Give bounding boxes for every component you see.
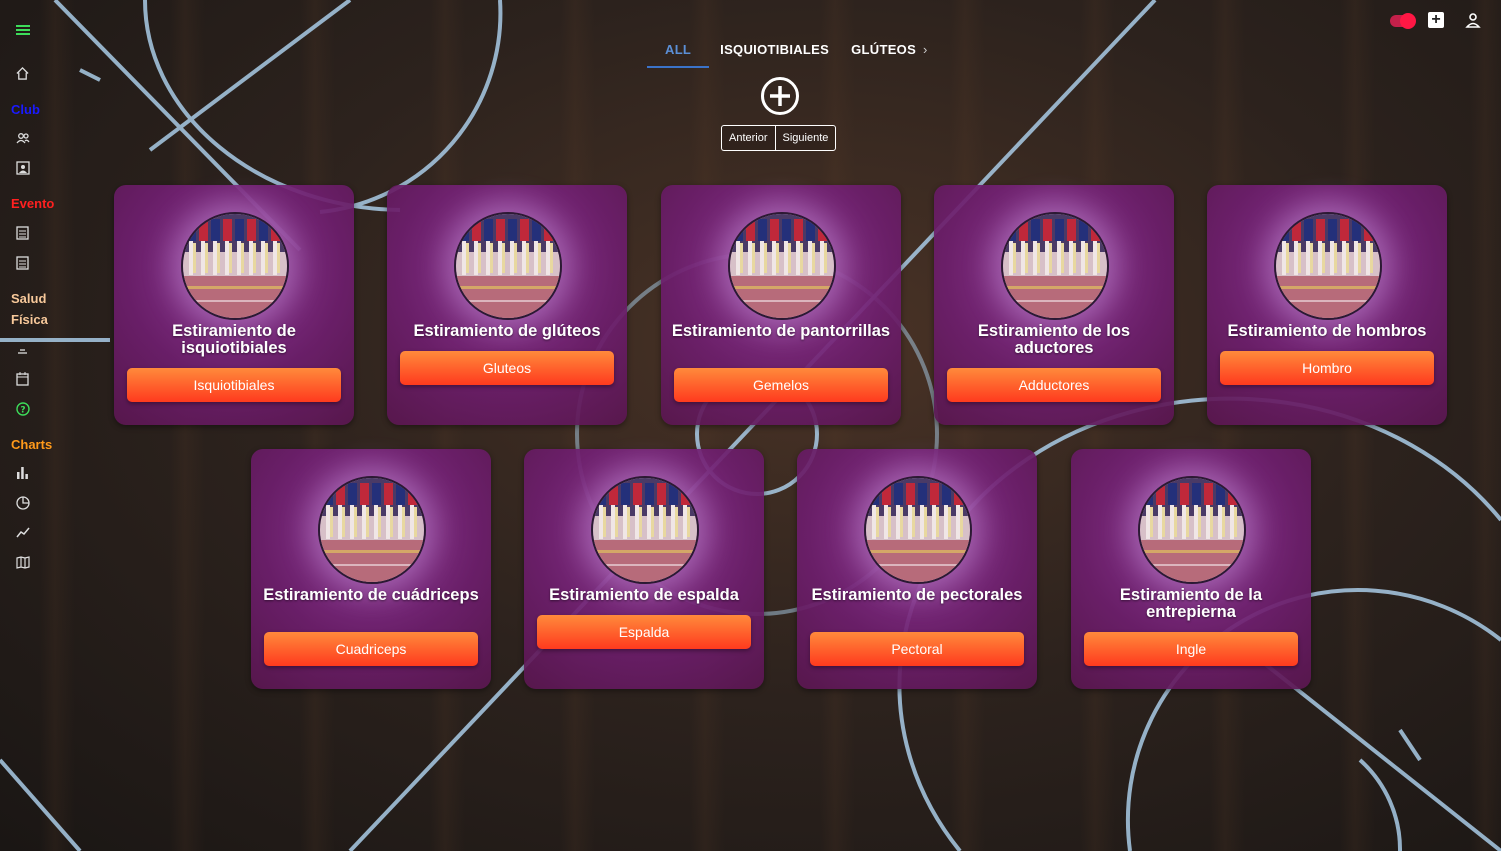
exercise-title: Estiramiento de isquiotibiales <box>172 322 296 357</box>
previous-button[interactable]: Anterior <box>721 125 775 151</box>
pager: Anterior Siguiente <box>721 125 837 151</box>
exercise-photo <box>181 212 289 320</box>
exercise-category-button[interactable]: Pectoral <box>810 632 1024 666</box>
sidebar-section-fisica: Física <box>11 312 48 327</box>
tabs-scroll-right-icon[interactable]: › <box>923 42 927 57</box>
exercise-card[interactable]: Estiramiento de pectorales Pectoral <box>797 449 1037 689</box>
bar-chart-icon[interactable] <box>16 466 29 479</box>
exercise-category-button[interactable]: Gluteos <box>400 351 614 385</box>
exercise-category-button[interactable]: Hombro <box>1220 351 1434 385</box>
account-icon[interactable] <box>1465 12 1481 28</box>
next-button[interactable]: Siguiente <box>774 125 837 151</box>
contact-card-icon[interactable] <box>16 161 30 175</box>
tab-gluteos[interactable]: GLÚTEOS <box>840 36 927 68</box>
exercise-card[interactable]: Estiramiento de los aductores Adductores <box>934 185 1174 425</box>
exercise-category-button[interactable]: Adductores <box>947 368 1161 402</box>
exercise-title: Estiramiento de pectorales <box>811 586 1023 604</box>
pie-chart-icon[interactable] <box>16 496 30 510</box>
person-icon[interactable] <box>16 343 29 355</box>
exercise-photo <box>864 476 972 584</box>
tab-isquiotibiales[interactable]: ISQUIOTIBIALES <box>709 36 840 68</box>
exercise-photo <box>318 476 426 584</box>
sidebar-section-evento: Evento <box>11 196 55 211</box>
category-tabs: ALL ISQUIOTIBIALES GLÚTEOS <box>647 36 927 68</box>
exercise-category-button[interactable]: Espalda <box>537 615 751 649</box>
exercise-photo <box>1001 212 1109 320</box>
exercise-photo <box>591 476 699 584</box>
exercise-card[interactable]: Estiramiento de hombros Hombro <box>1207 185 1447 425</box>
tab-all[interactable]: ALL <box>647 36 710 68</box>
exercise-title: Estiramiento de la entrepierna <box>1119 586 1263 621</box>
sidebar: Club Evento Salud Física ? Charts <box>0 0 60 851</box>
exercise-card[interactable]: Estiramiento de cuádriceps Cuadriceps <box>251 449 491 689</box>
group-icon[interactable] <box>16 132 30 144</box>
theme-toggle[interactable] <box>1390 13 1416 29</box>
add-circle-button[interactable] <box>760 76 800 116</box>
exercise-photo <box>454 212 562 320</box>
exercise-title: Estiramiento de espalda <box>549 586 739 604</box>
exercise-title: Estiramiento de cuádriceps <box>263 586 479 604</box>
help-circle-icon[interactable]: ? <box>16 402 30 416</box>
exercise-title: Estiramiento de los aductores <box>977 322 1131 357</box>
home-icon[interactable] <box>16 67 29 80</box>
exercise-photo <box>728 212 836 320</box>
document-icon[interactable] <box>16 256 29 270</box>
exercise-category-button[interactable]: Ingle <box>1084 632 1298 666</box>
exercise-title: Estiramiento de pantorrillas <box>671 322 891 340</box>
map-icon[interactable] <box>16 556 30 569</box>
exercise-photo <box>1138 476 1246 584</box>
sidebar-section-salud: Salud <box>11 291 47 306</box>
line-chart-icon[interactable] <box>16 527 30 538</box>
calendar-icon[interactable] <box>16 372 29 386</box>
exercise-category-button[interactable]: Gemelos <box>674 368 888 402</box>
exercise-card[interactable]: Estiramiento de espalda Espalda <box>524 449 764 689</box>
exercise-card[interactable]: Estiramiento de la entrepierna Ingle <box>1071 449 1311 689</box>
exercise-card[interactable]: Estiramiento de pantorrillas Gemelos <box>661 185 901 425</box>
exercise-category-button[interactable]: Isquiotibiales <box>127 368 341 402</box>
exercise-card[interactable]: Estiramiento de isquiotibiales Isquiotibi… <box>114 185 354 425</box>
exercise-card[interactable]: Estiramiento de glúteos Gluteos <box>387 185 627 425</box>
sidebar-section-charts: Charts <box>11 437 53 452</box>
exercise-photo <box>1274 212 1382 320</box>
exercise-category-button[interactable]: Cuadriceps <box>264 632 478 666</box>
toggle-knob <box>1400 13 1416 29</box>
hamburger-menu-icon[interactable] <box>16 24 30 36</box>
sidebar-section-club: Club <box>11 102 40 117</box>
svg-text:?: ? <box>20 406 25 416</box>
add-box-icon[interactable]: + <box>1428 12 1444 28</box>
exercise-title: Estiramiento de hombros <box>1227 322 1427 340</box>
exercise-title: Estiramiento de glúteos <box>413 322 601 340</box>
list-icon[interactable] <box>16 226 29 240</box>
